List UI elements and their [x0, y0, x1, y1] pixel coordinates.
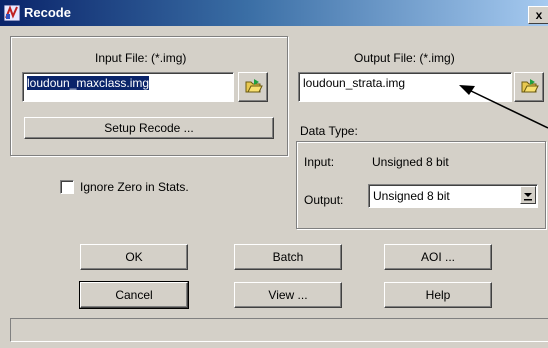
aoi-button[interactable]: AOI ...: [384, 244, 492, 270]
help-button[interactable]: Help: [384, 282, 492, 308]
window-title: Recode: [24, 5, 71, 20]
folder-open-icon: [245, 79, 263, 93]
output-file-label: Output File: (*.img): [354, 51, 455, 65]
ignore-zero-label[interactable]: Ignore Zero in Stats.: [80, 180, 189, 194]
output-type-selected: Unsigned 8 bit: [373, 189, 450, 203]
cancel-label: Cancel: [115, 288, 153, 302]
view-label: View ...: [268, 288, 308, 302]
recode-dialog: Recode x Input File: (*.img) loudoun_max…: [0, 0, 548, 348]
batch-label: Batch: [272, 250, 304, 264]
data-type-label: Data Type:: [300, 124, 358, 138]
chevron-down-icon: [524, 193, 532, 201]
ignore-zero-checkbox[interactable]: [60, 180, 74, 194]
setup-recode-button[interactable]: Setup Recode ...: [24, 117, 274, 139]
close-button[interactable]: x: [528, 6, 548, 24]
close-icon: x: [535, 8, 543, 22]
input-file-field[interactable]: loudoun_maxclass.img: [22, 72, 234, 102]
setup-recode-label: Setup Recode ...: [104, 121, 194, 135]
status-bar: [10, 318, 548, 342]
view-button[interactable]: View ...: [234, 282, 342, 308]
input-file-value: loudoun_maxclass.img: [27, 76, 150, 90]
title-bar[interactable]: Recode x: [0, 0, 548, 26]
output-type-dropdown[interactable]: Unsigned 8 bit: [368, 184, 538, 208]
annotation-arrow: [459, 85, 548, 129]
ok-button[interactable]: OK: [80, 244, 188, 270]
ok-label: OK: [125, 250, 143, 264]
aoi-label: AOI ...: [420, 250, 455, 264]
dropdown-arrow-button[interactable]: [520, 186, 536, 204]
cancel-button[interactable]: Cancel: [79, 281, 189, 309]
recode-app-icon: [4, 5, 20, 21]
output-file-value: loudoun_strata.img: [303, 76, 406, 90]
output-type-label: Output:: [304, 193, 344, 207]
input-type-label: Input:: [304, 155, 335, 169]
input-file-browse-button[interactable]: [238, 72, 268, 102]
help-label: Help: [425, 288, 451, 302]
batch-button[interactable]: Batch: [234, 244, 342, 270]
input-file-label: Input File: (*.img): [95, 51, 187, 65]
input-type-value: Unsigned 8 bit: [372, 155, 449, 169]
